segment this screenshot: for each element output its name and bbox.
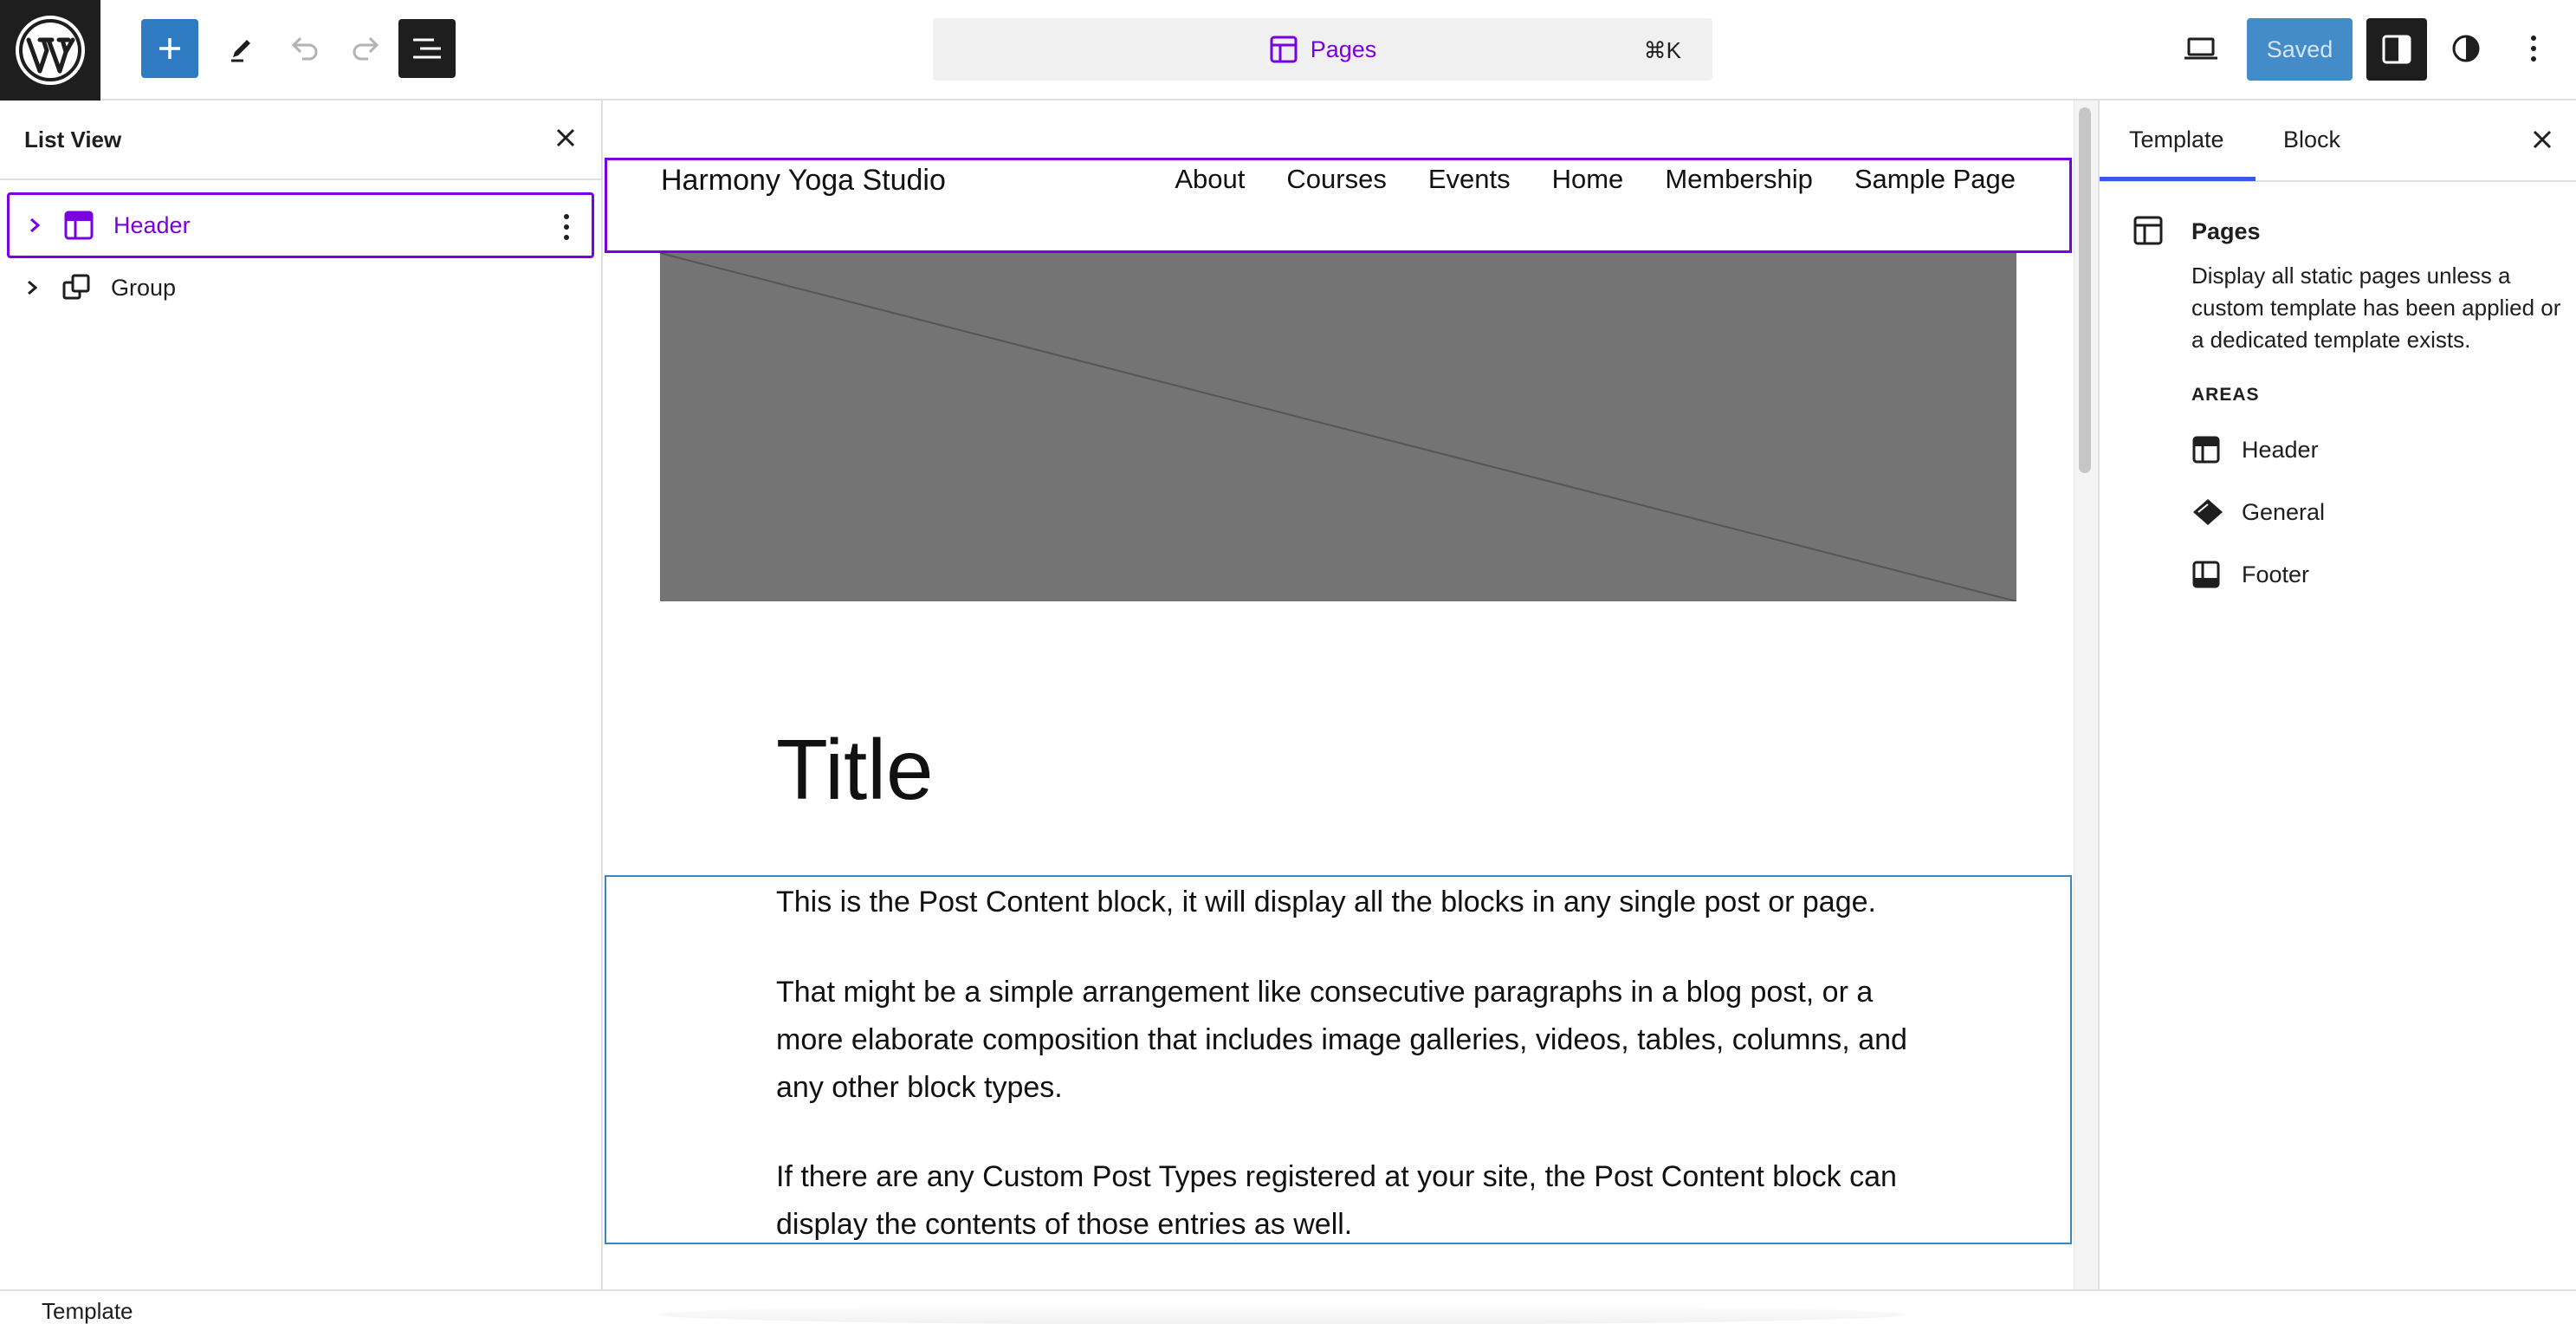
close-icon <box>2533 130 2552 149</box>
tab-block[interactable]: Block <box>2283 127 2340 153</box>
more-vertical-icon <box>564 214 569 240</box>
undo-button[interactable] <box>275 19 333 78</box>
area-label: Footer <box>2242 561 2310 587</box>
nav-item-about[interactable]: About <box>1175 164 1245 195</box>
content-paragraph: This is the Post Content block, it will … <box>776 886 1876 918</box>
featured-image-placeholder[interactable] <box>659 252 2017 602</box>
contrast-icon <box>2452 35 2480 62</box>
navigation-block[interactable]: About Courses Events Home Membership Sam… <box>1133 164 2016 195</box>
wordpress-logo-icon[interactable] <box>0 0 100 101</box>
block-options-button[interactable] <box>562 212 571 246</box>
placeholder-diagonal-icon <box>659 252 2017 602</box>
nav-item-membership[interactable]: Membership <box>1665 164 1813 195</box>
template-part-header-icon <box>53 210 105 241</box>
undo-icon <box>291 36 318 61</box>
options-menu-button[interactable] <box>2508 19 2560 78</box>
nav-item-sample-page[interactable]: Sample Page <box>1854 164 2016 195</box>
canvas-scrollbar-thumb[interactable] <box>2079 107 2091 473</box>
laptop-icon <box>2184 37 2217 60</box>
redo-icon <box>353 36 379 61</box>
post-content-block[interactable]: This is the Post Content block, it will … <box>605 875 2072 1244</box>
command-bar-label: Pages <box>1310 36 1377 62</box>
group-icon <box>50 272 102 303</box>
preview-device-button[interactable] <box>2172 19 2230 78</box>
command-shortcut: ⌘K <box>1643 37 1681 63</box>
content-paragraph: If there are any Custom Post Types regis… <box>776 1160 1897 1241</box>
tab-template[interactable]: Template <box>2129 127 2224 153</box>
more-vertical-icon <box>2531 36 2536 62</box>
template-description: Display all static pages unless a custom… <box>2191 263 2561 353</box>
list-view-item-label: Group <box>111 274 177 301</box>
areas-heading: AREAS <box>2191 385 2260 405</box>
settings-sidebar: Template Block Pages Display all static … <box>2098 101 2576 1289</box>
plus-icon <box>159 38 180 59</box>
list-view-item-label: Header <box>113 211 191 238</box>
save-button[interactable]: Saved <box>2247 18 2353 81</box>
nav-item-events[interactable]: Events <box>1428 164 1511 195</box>
area-item-header[interactable]: Header <box>2191 428 2319 471</box>
pencil-icon <box>231 40 250 62</box>
sidebar-icon <box>2382 35 2411 64</box>
list-view-title: List View <box>24 126 122 153</box>
list-view-button[interactable] <box>398 19 456 78</box>
close-icon <box>556 128 575 147</box>
breadcrumb-item[interactable]: Template <box>42 1298 133 1324</box>
canvas-bottom-shadow <box>658 1304 1906 1324</box>
editor-top-bar: Pages ⌘K Saved <box>0 0 2576 101</box>
active-tab-indicator <box>2100 177 2256 181</box>
header-icon <box>2191 435 2235 464</box>
close-sidebar-button[interactable] <box>2531 128 2553 155</box>
area-item-footer[interactable]: Footer <box>2191 553 2309 596</box>
page-template-icon <box>2133 215 2164 250</box>
list-view-icon <box>413 38 441 59</box>
content-paragraph: That might be a simple arrangement like … <box>776 976 1907 1104</box>
list-view-header: List View <box>0 101 601 180</box>
page-template-icon <box>1270 36 1298 63</box>
tools-button[interactable] <box>213 19 270 78</box>
footer-icon <box>2191 560 2235 589</box>
list-view-item-group[interactable]: Group <box>7 255 594 321</box>
header-template-part[interactable]: Harmony Yoga Studio About Courses Events… <box>605 158 2072 253</box>
general-icon <box>2191 497 2235 527</box>
area-label: Header <box>2242 436 2319 463</box>
expand-chevron-icon[interactable] <box>7 279 50 296</box>
area-item-general[interactable]: General <box>2191 490 2325 534</box>
expand-chevron-icon[interactable] <box>10 217 53 234</box>
add-block-button[interactable] <box>141 19 198 78</box>
nav-item-home[interactable]: Home <box>1552 164 1624 195</box>
post-title[interactable]: Title <box>776 721 934 819</box>
styles-button[interactable] <box>2437 19 2495 78</box>
settings-sidebar-toggle[interactable] <box>2366 18 2427 81</box>
redo-button[interactable] <box>338 19 395 78</box>
list-view-item-header[interactable]: Header <box>7 192 594 258</box>
sidebar-tabs: Template Block <box>2100 101 2576 182</box>
area-label: General <box>2242 498 2326 525</box>
editor-canvas[interactable]: Harmony Yoga Studio About Courses Events… <box>605 101 2072 1289</box>
list-view-panel: List View Header Group <box>0 101 603 1289</box>
close-list-view-button[interactable] <box>554 127 577 153</box>
template-name: Pages <box>2191 218 2261 244</box>
nav-item-courses[interactable]: Courses <box>1286 164 1386 195</box>
command-palette-button[interactable]: Pages ⌘K <box>933 18 1712 81</box>
site-title[interactable]: Harmony Yoga Studio <box>661 164 946 198</box>
